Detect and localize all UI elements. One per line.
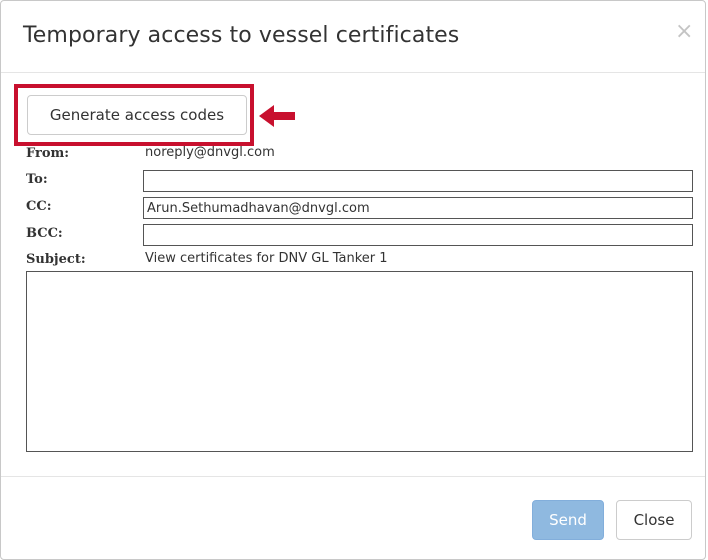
close-button[interactable]: Close [616,500,692,540]
from-value: noreply@dnvgl.com [145,145,275,160]
message-body[interactable] [26,271,693,452]
from-label: From: [26,146,70,161]
bcc-field[interactable] [143,224,693,246]
modal-header: Temporary access to vessel certificates … [1,1,705,73]
subject-value: View certificates for DNV GL Tanker 1 [145,251,388,266]
modal-title: Temporary access to vessel certificates [23,23,460,48]
footer-divider [1,476,705,477]
generate-access-codes-button[interactable]: Generate access codes [27,95,247,135]
to-label: To: [26,172,48,187]
subject-label: Subject: [26,252,86,267]
close-icon[interactable]: × [675,21,693,43]
send-button[interactable]: Send [532,500,604,540]
bcc-label: BCC: [26,226,63,241]
cc-field[interactable] [143,197,693,219]
cc-label: CC: [26,199,52,214]
to-field[interactable] [143,170,693,192]
modal-dialog: Temporary access to vessel certificates … [0,0,706,560]
left-arrow-icon [259,105,295,127]
